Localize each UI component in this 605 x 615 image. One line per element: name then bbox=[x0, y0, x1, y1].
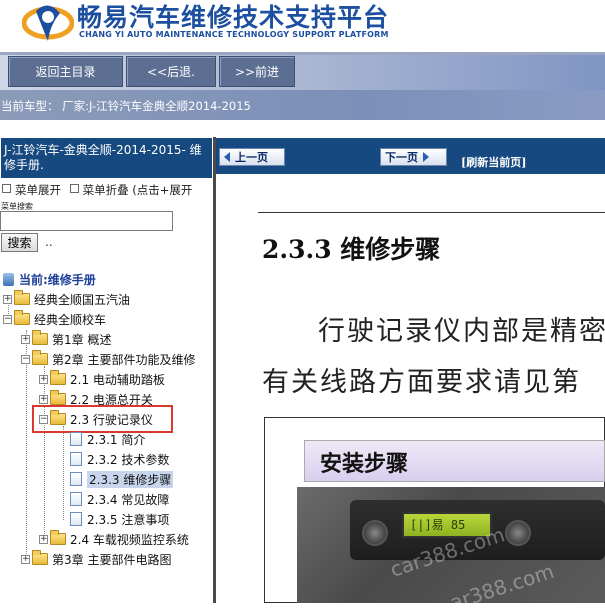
refresh-link[interactable]: [刷新当前页] bbox=[461, 154, 526, 170]
search-input[interactable] bbox=[0, 211, 173, 231]
logo-icon bbox=[22, 5, 74, 41]
tree-item-label: 2.3.4 常见故障 bbox=[87, 492, 170, 507]
page-icon bbox=[70, 432, 82, 446]
folder-icon bbox=[50, 370, 66, 385]
lcd-text: [|]易 85 bbox=[410, 518, 466, 532]
tree-item-n13[interactable]: + 2.4 车载视频监控系统 bbox=[39, 530, 189, 548]
paragraph-line-2: 有关线路方面要求请见第 bbox=[262, 367, 581, 398]
folder-icon bbox=[50, 390, 66, 405]
home-button[interactable]: 返回主目录 bbox=[8, 56, 123, 87]
content-rule bbox=[258, 212, 605, 213]
breadcrumb: 当前车型： 厂家:J-江铃汽车金典全顺2014-2015 bbox=[1, 99, 251, 113]
manual-heading: J-江铃汽车-金典全顺-2014-2015- 维修手册. bbox=[1, 138, 212, 178]
minus-icon[interactable]: − bbox=[21, 354, 30, 364]
menu-controls: 菜单展开 菜单折叠 (点击+展开 bbox=[2, 182, 192, 198]
minus-icon[interactable]: − bbox=[3, 314, 12, 324]
prev-page-label: 上一页 bbox=[235, 151, 268, 164]
search-ellipsis: .. bbox=[45, 235, 53, 249]
plus-icon[interactable]: + bbox=[39, 374, 48, 384]
arrow-left-icon bbox=[224, 152, 230, 162]
site-subtitle: CHANG YI AUTO MAINTENANCE TECHNOLOGY SUP… bbox=[79, 30, 389, 39]
separator bbox=[0, 120, 605, 137]
tree-item-n1[interactable]: + 经典全顺国五汽油 bbox=[3, 290, 130, 308]
page-icon bbox=[70, 452, 82, 466]
expand-square-icon bbox=[2, 184, 11, 193]
page-icon bbox=[70, 472, 82, 486]
tree-item-label: 2.3.2 技术参数 bbox=[87, 452, 170, 467]
knob-left-icon bbox=[362, 520, 388, 546]
folder-open-icon bbox=[32, 350, 48, 365]
nav-bar-border bbox=[0, 52, 605, 55]
section-title: 2.3.3 维修步骤 bbox=[262, 235, 441, 264]
tree-item-label-selected: 2.3.3 维修步骤 bbox=[87, 470, 174, 488]
tree-root-label: 当前:维修手册 bbox=[19, 272, 96, 287]
tree-item-n2[interactable]: − 经典全顺校车 bbox=[3, 310, 106, 328]
tree-line bbox=[63, 426, 64, 520]
tree-item-n11[interactable]: 2.3.4 常见故障 bbox=[70, 490, 169, 508]
tree-item-n14[interactable]: + 第3章 主要部件电路图 bbox=[21, 550, 171, 568]
folder-open-icon bbox=[14, 310, 30, 325]
tree-item-label: 2.3.5 注意事项 bbox=[87, 512, 170, 527]
site-header: 畅易汽车维修技术支持平台 CHANG YI AUTO MAINTENANCE T… bbox=[0, 0, 605, 52]
plus-icon[interactable]: + bbox=[39, 534, 48, 544]
plus-icon[interactable]: + bbox=[3, 294, 12, 304]
tree-item-label: 第3章 主要部件电路图 bbox=[52, 552, 172, 567]
figure-label: 安装步骤 bbox=[320, 452, 409, 477]
folder-icon bbox=[50, 530, 66, 545]
tree-item-label: 2.4 车载视频监控系统 bbox=[70, 532, 189, 547]
next-page-label: 下一页 bbox=[385, 151, 418, 164]
prev-page-button[interactable]: 上一页 bbox=[219, 148, 285, 166]
folder-icon bbox=[32, 550, 48, 565]
tree-item-n8[interactable]: 2.3.1 简介 bbox=[70, 430, 145, 448]
menu-expand-link[interactable]: 菜单展开 bbox=[15, 183, 61, 197]
folder-icon bbox=[32, 330, 48, 345]
plus-icon[interactable]: + bbox=[21, 554, 30, 564]
tree-item-label: 第1章 概述 bbox=[52, 332, 112, 347]
folder-icon bbox=[14, 290, 30, 305]
page-icon bbox=[70, 492, 82, 506]
site-title: 畅易汽车维修技术支持平台 bbox=[77, 3, 390, 32]
menu-collapse-link[interactable]: 菜单折叠 (点击+展开 bbox=[83, 183, 193, 197]
highlight-box bbox=[32, 405, 173, 433]
tree-item-label: 经典全顺校车 bbox=[34, 312, 107, 327]
tree-item-n10[interactable]: 2.3.3 维修步骤 bbox=[70, 470, 174, 488]
tree-item-label: 第2章 主要部件功能及维修 bbox=[52, 352, 196, 367]
tree-item-n9[interactable]: 2.3.2 技术参数 bbox=[70, 450, 169, 468]
tree-item-n5[interactable]: + 2.1 电动辅助踏板 bbox=[39, 370, 165, 388]
tree-item-label: 经典全顺国五汽油 bbox=[34, 292, 131, 307]
plus-icon[interactable]: + bbox=[21, 334, 30, 344]
tree-item-n12[interactable]: 2.3.5 注意事项 bbox=[70, 510, 169, 528]
knob-right-icon bbox=[505, 520, 531, 546]
page-icon bbox=[70, 512, 82, 526]
tree-item-n4[interactable]: − 第2章 主要部件功能及维修 bbox=[21, 350, 195, 368]
tree-item-n3[interactable]: + 第1章 概述 bbox=[21, 330, 111, 348]
next-page-button[interactable]: 下一页 bbox=[380, 148, 447, 166]
tree-root[interactable]: 当前:维修手册 bbox=[3, 270, 96, 288]
manual-icon bbox=[3, 272, 14, 286]
tree-item-label: 2.1 电动辅助踏板 bbox=[70, 372, 165, 387]
tree-item-label: 2.3.1 简介 bbox=[87, 432, 146, 447]
search-button[interactable]: 搜索 bbox=[1, 233, 38, 252]
collapse-square-icon bbox=[69, 184, 79, 193]
back-button[interactable]: <<后退. bbox=[126, 56, 216, 87]
forward-button[interactable]: >>前进 bbox=[219, 56, 295, 87]
paragraph-line-1: 行驶记录仪内部是精密 bbox=[318, 316, 605, 347]
plus-icon[interactable]: + bbox=[39, 394, 48, 404]
arrow-right-icon bbox=[423, 152, 429, 162]
